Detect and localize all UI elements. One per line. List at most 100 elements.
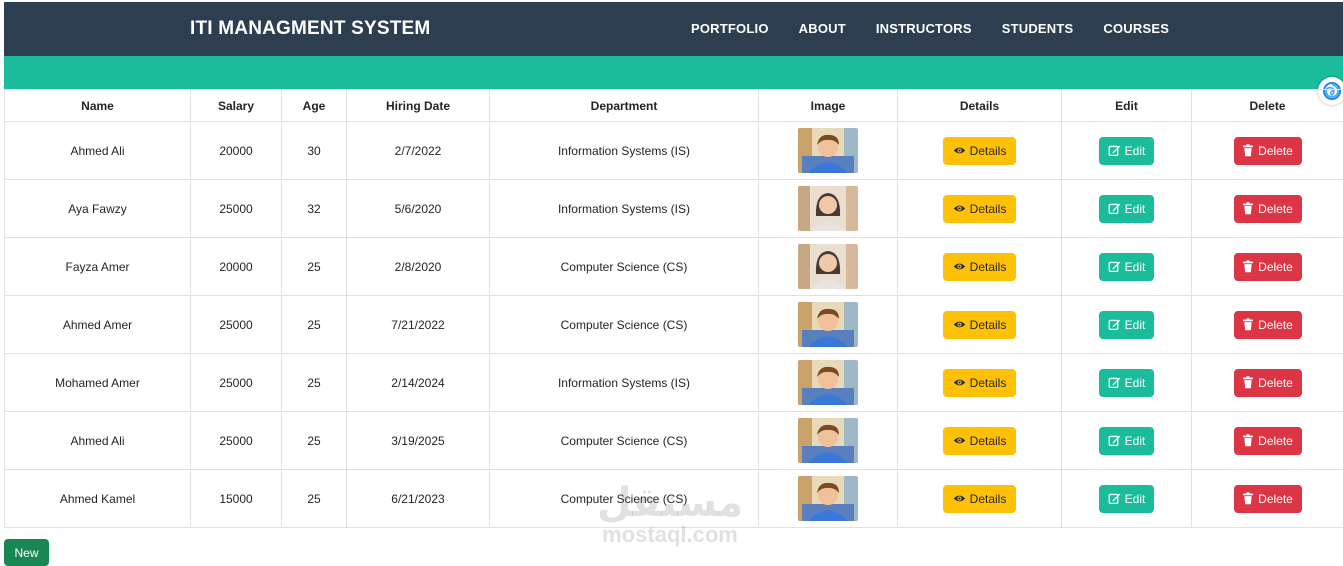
cell-age: 25 <box>282 296 347 354</box>
details-button[interactable]: Details <box>943 137 1016 165</box>
cell-department: Information Systems (IS) <box>490 180 759 238</box>
delete-button[interactable]: Delete <box>1234 137 1302 165</box>
female-avatar <box>798 244 858 289</box>
cell-image <box>759 470 898 528</box>
cell-age: 25 <box>282 238 347 296</box>
nav-about[interactable]: ABOUT <box>799 2 846 56</box>
cell-salary: 15000 <box>191 470 282 528</box>
top-navbar: ITI MANAGMENT SYSTEM PORTFOLIO ABOUT INS… <box>4 2 1343 56</box>
edit-button[interactable]: Edit <box>1099 195 1154 223</box>
delete-label: Delete <box>1258 492 1293 506</box>
header-delete: Delete <box>1192 90 1343 122</box>
delete-label: Delete <box>1258 318 1293 332</box>
header-name: Name <box>5 90 191 122</box>
edit-label: Edit <box>1125 492 1146 506</box>
male-avatar <box>798 302 858 347</box>
details-button[interactable]: Details <box>943 311 1016 339</box>
nav-instructors[interactable]: INSTRUCTORS <box>876 2 972 56</box>
header-image: Image <box>759 90 898 122</box>
trash-icon <box>1242 434 1254 447</box>
cell-image <box>759 238 898 296</box>
edit-icon <box>1108 318 1121 331</box>
cell-age: 30 <box>282 122 347 180</box>
details-button[interactable]: Details <box>943 427 1016 455</box>
cell-department: Information Systems (IS) <box>490 122 759 180</box>
delete-button[interactable]: Delete <box>1234 195 1302 223</box>
cell-details: Details <box>898 238 1062 296</box>
edit-button[interactable]: Edit <box>1099 253 1154 281</box>
edit-button[interactable]: Edit <box>1099 137 1154 165</box>
cell-image <box>759 296 898 354</box>
details-button[interactable]: Details <box>943 485 1016 513</box>
female-avatar <box>798 186 858 231</box>
details-label: Details <box>970 144 1007 158</box>
cell-edit: Edit <box>1062 180 1192 238</box>
trash-icon <box>1242 260 1254 273</box>
brand-title[interactable]: ITI MANAGMENT SYSTEM <box>190 2 430 56</box>
trash-icon <box>1242 144 1254 157</box>
cell-edit: Edit <box>1062 238 1192 296</box>
edit-button[interactable]: Edit <box>1099 427 1154 455</box>
cell-details: Details <box>898 180 1062 238</box>
new-button[interactable]: New <box>4 539 49 566</box>
details-button[interactable]: Details <box>943 253 1016 281</box>
edit-button[interactable]: Edit <box>1099 369 1154 397</box>
delete-button[interactable]: Delete <box>1234 253 1302 281</box>
cell-hiring-date: 5/6/2020 <box>347 180 490 238</box>
table-row: Aya Fawzy25000325/6/2020Information Syst… <box>5 180 1343 238</box>
male-avatar <box>798 360 858 405</box>
cell-hiring-date: 7/21/2022 <box>347 296 490 354</box>
cell-department: Computer Science (CS) <box>490 470 759 528</box>
nav-courses[interactable]: COURSES <box>1103 2 1169 56</box>
table-row: Mohamed Amer25000252/14/2024Information … <box>5 354 1343 412</box>
details-label: Details <box>970 260 1007 274</box>
eye-icon <box>953 260 966 273</box>
details-label: Details <box>970 318 1007 332</box>
edit-icon <box>1108 376 1121 389</box>
nav-portfolio[interactable]: PORTFOLIO <box>691 2 769 56</box>
cell-salary: 25000 <box>191 180 282 238</box>
delete-label: Delete <box>1258 144 1293 158</box>
male-avatar <box>798 476 858 521</box>
cell-edit: Edit <box>1062 296 1192 354</box>
male-avatar <box>798 418 858 463</box>
delete-label: Delete <box>1258 202 1293 216</box>
cell-delete: Delete <box>1192 412 1343 470</box>
cell-image <box>759 180 898 238</box>
delete-button[interactable]: Delete <box>1234 311 1302 339</box>
details-button[interactable]: Details <box>943 369 1016 397</box>
delete-button[interactable]: Delete <box>1234 369 1302 397</box>
cell-age: 25 <box>282 412 347 470</box>
eye-icon <box>953 202 966 215</box>
cell-salary: 20000 <box>191 238 282 296</box>
table-header-row: Name Salary Age Hiring Date Department I… <box>5 90 1343 122</box>
delete-button[interactable]: Delete <box>1234 427 1302 455</box>
eye-icon <box>953 318 966 331</box>
edit-label: Edit <box>1125 144 1146 158</box>
edit-label: Edit <box>1125 376 1146 390</box>
cell-name: Ahmed Kamel <box>5 470 191 528</box>
cell-details: Details <box>898 412 1062 470</box>
cell-delete: Delete <box>1192 296 1343 354</box>
table-row: Ahmed Ali20000302/7/2022Information Syst… <box>5 122 1343 180</box>
cell-edit: Edit <box>1062 470 1192 528</box>
details-label: Details <box>970 202 1007 216</box>
cell-edit: Edit <box>1062 412 1192 470</box>
eye-icon <box>953 144 966 157</box>
trash-icon <box>1242 492 1254 505</box>
cell-age: 25 <box>282 470 347 528</box>
edit-button[interactable]: Edit <box>1099 485 1154 513</box>
nav-links: PORTFOLIO ABOUT INSTRUCTORS STUDENTS COU… <box>691 2 1199 56</box>
header-department: Department <box>490 90 759 122</box>
nav-students[interactable]: STUDENTS <box>1002 2 1074 56</box>
header-band <box>4 56 1343 89</box>
delete-button[interactable]: Delete <box>1234 485 1302 513</box>
trash-icon <box>1242 376 1254 389</box>
details-button[interactable]: Details <box>943 195 1016 223</box>
delete-label: Delete <box>1258 260 1293 274</box>
edit-label: Edit <box>1125 260 1146 274</box>
cell-department: Information Systems (IS) <box>490 354 759 412</box>
cell-edit: Edit <box>1062 354 1192 412</box>
edit-button[interactable]: Edit <box>1099 311 1154 339</box>
cell-salary: 20000 <box>191 122 282 180</box>
